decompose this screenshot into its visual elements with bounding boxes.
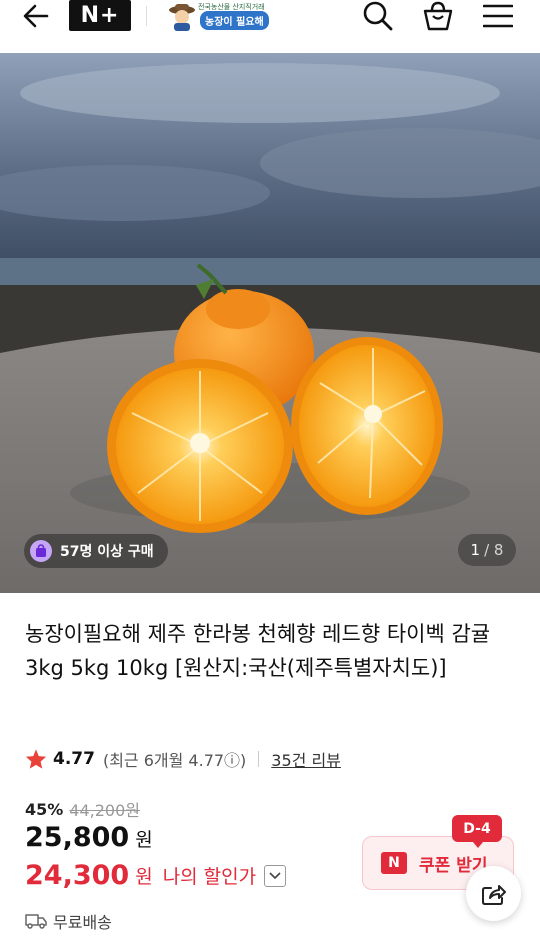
- brand-tagline: 전국농산물 산지직거래: [198, 3, 265, 11]
- search-icon: [363, 1, 393, 31]
- farmer-mascot-icon: [169, 4, 195, 31]
- hallabong-product-photo: [0, 53, 540, 593]
- header-divider: [146, 6, 147, 26]
- purchase-count-badge: 57명 이상 구매: [24, 534, 168, 568]
- rating-row: 4.77 (최근 6개월 4.77ⓘ) 35건 리뷰: [25, 746, 341, 772]
- shopping-bag-icon: [30, 540, 52, 562]
- purchase-count-text: 57명 이상 구매: [60, 544, 154, 560]
- shipping-info: 무료배송: [25, 908, 112, 934]
- share-button[interactable]: [466, 866, 521, 921]
- discount-percent: 45%: [25, 799, 64, 819]
- naver-plus-logo[interactable]: N+: [69, 0, 131, 31]
- search-button[interactable]: [361, 0, 395, 32]
- rating-score: 4.77: [53, 749, 95, 769]
- coupon-dday-badge: D-4: [452, 815, 502, 848]
- cart-button[interactable]: [421, 0, 455, 32]
- truck-icon: [25, 914, 47, 929]
- my-discount-row[interactable]: 24,300 원 나의 할인가: [25, 860, 287, 891]
- shopping-bag-icon: [423, 1, 453, 31]
- expand-discount-button[interactable]: [264, 864, 287, 887]
- store-brand-logo[interactable]: 전국농산물 산지직거래 농장이 필요해: [168, 0, 269, 32]
- my-discount-price: 24,300: [25, 860, 130, 891]
- back-button[interactable]: [20, 0, 52, 32]
- rating-divider: [258, 751, 260, 767]
- back-arrow-icon: [23, 4, 49, 28]
- image-page-indicator: 1 / 8: [458, 534, 516, 566]
- menu-icon: [483, 4, 513, 28]
- product-title: 농장이필요해 제주 한라봉 천혜향 레드향 타이벡 감귤 3kg 5kg 10k…: [25, 622, 491, 680]
- my-discount-label: 나의 할인가: [162, 866, 257, 888]
- share-icon: [481, 884, 506, 905]
- my-discount-unit: 원: [135, 866, 153, 888]
- shipping-text: 무료배송: [53, 913, 112, 932]
- naver-n-logo: N: [381, 852, 407, 874]
- sale-price-row: 25,800 원: [25, 822, 153, 853]
- chevron-down-icon: [269, 871, 281, 879]
- top-header: N+ 전국농산물 산지직거래 농장이 필요해: [0, 0, 540, 52]
- review-count-link[interactable]: 35건 리뷰: [271, 747, 341, 771]
- star-icon: [25, 749, 47, 769]
- recent-rating[interactable]: (최근 6개월 4.77ⓘ): [103, 747, 246, 771]
- page-total: / 8: [484, 541, 504, 559]
- menu-button[interactable]: [482, 0, 514, 32]
- sale-price: 25,800: [25, 822, 130, 853]
- page-current: 1: [470, 541, 481, 559]
- product-image-carousel[interactable]: [0, 53, 540, 593]
- sale-price-unit: 원: [135, 829, 153, 851]
- discount-row: 45% 44,200원: [25, 797, 140, 821]
- original-price: 44,200원: [69, 801, 141, 820]
- brand-name: 농장이 필요해: [200, 10, 269, 30]
